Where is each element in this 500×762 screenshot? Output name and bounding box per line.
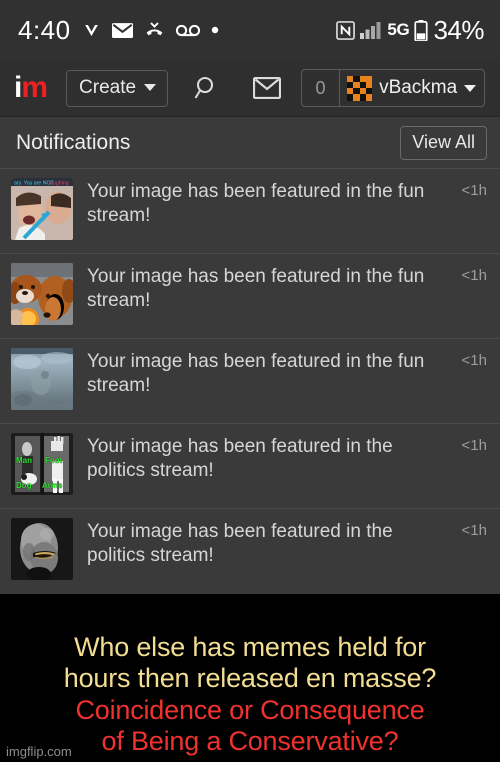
notification-time: <1h: [461, 522, 487, 539]
page-title: Notifications: [16, 130, 131, 154]
dogs-orange-thumbnail[interactable]: [11, 263, 73, 325]
thumb-label-arms: Arms: [42, 481, 63, 490]
create-button-label: Create: [79, 76, 137, 98]
chevron-down-icon: [144, 84, 157, 91]
chevron-down-icon: [464, 84, 477, 92]
nfc-icon: [336, 20, 356, 40]
voicemail-icon: [175, 24, 200, 37]
clock: 4:40: [18, 14, 71, 45]
meme-line-2: hours then released en masse?: [63, 663, 437, 694]
envelope-icon: [111, 22, 133, 38]
user-menu-inner[interactable]: vBackma: [340, 70, 484, 106]
meme-line-4: of Being a Conservative?: [101, 726, 399, 757]
envelope-icon: [252, 76, 282, 100]
view-all-button[interactable]: View All: [400, 125, 487, 160]
thumb-label-foot: Foot: [45, 456, 63, 465]
imgflip-navbar: im Create 0 vBackma: [0, 60, 500, 117]
verizon-v-icon: [82, 21, 101, 40]
meme-caption: Who else has memes held for hours then r…: [0, 625, 500, 762]
notification-text: Your image has been featured in the poli…: [87, 521, 393, 566]
battery-percent: 34%: [433, 14, 484, 45]
meme-line-1: Who else has memes held for: [74, 631, 426, 662]
messages-button[interactable]: [252, 76, 282, 100]
battery-icon: [414, 19, 429, 42]
laughing-people-thumbnail[interactable]: ary. You are NOT laughing: [11, 178, 73, 240]
notification-text: Your image has been featured in the fun …: [87, 266, 425, 311]
notification-row[interactable]: Your image has been featured in the poli…: [0, 509, 500, 594]
notification-text: Your image has been featured in the fun …: [87, 181, 425, 226]
status-bar-right: 5G 34%: [336, 15, 484, 46]
notification-time: <1h: [461, 267, 487, 284]
status-bar-left: 4:40: [18, 15, 219, 46]
avatar: [347, 75, 373, 101]
labeled-bw-photo-thumbnail[interactable]: Man Foot Dog Arms: [11, 433, 73, 495]
notification-text: Your image has been featured in the poli…: [87, 436, 393, 481]
user-menu[interactable]: 0 vBackma: [301, 69, 486, 107]
notification-row[interactable]: Man Foot Dog Arms Your image has been fe…: [0, 424, 500, 509]
notification-row[interactable]: ary. You are NOT laughing Your image has…: [0, 169, 500, 254]
create-button[interactable]: Create: [66, 69, 169, 107]
notification-row[interactable]: Your image has been featured in the fun …: [0, 254, 500, 339]
stone-face-thumbnail[interactable]: [11, 518, 73, 580]
missed-call-icon: [144, 21, 165, 39]
notification-time: <1h: [461, 352, 487, 369]
misty-blue-thumbnail[interactable]: [11, 348, 73, 410]
notification-time: <1h: [461, 437, 487, 454]
search-icon: [192, 74, 220, 102]
thumb-label-man: Man: [16, 456, 32, 465]
logo-letter-m: m: [21, 71, 48, 104]
notification-count: 0: [302, 70, 341, 106]
meme-line-3: Coincidence or Consequence: [75, 694, 425, 725]
notification-time: <1h: [461, 182, 487, 199]
notifications-panel: Notifications View All ary. You are NOT …: [0, 117, 500, 594]
phone-status-bar: 4:40 5G 34%: [0, 0, 500, 60]
dot-icon: [211, 26, 219, 34]
notification-row[interactable]: Your image has been featured in the fun …: [0, 339, 500, 424]
svg-text:laughing: laughing: [49, 181, 69, 187]
notification-text: Your image has been featured in the fun …: [87, 351, 425, 396]
imgflip-watermark: imgflip.com: [6, 744, 72, 759]
thumb-label-dog: Dog: [16, 481, 32, 490]
imgflip-logo[interactable]: im: [14, 71, 48, 104]
signal-bars-icon: [360, 21, 382, 39]
network-type: 5G: [387, 20, 410, 39]
notifications-header: Notifications View All: [0, 117, 500, 169]
search-button[interactable]: [192, 74, 220, 102]
username-label: vBackma: [379, 77, 458, 98]
